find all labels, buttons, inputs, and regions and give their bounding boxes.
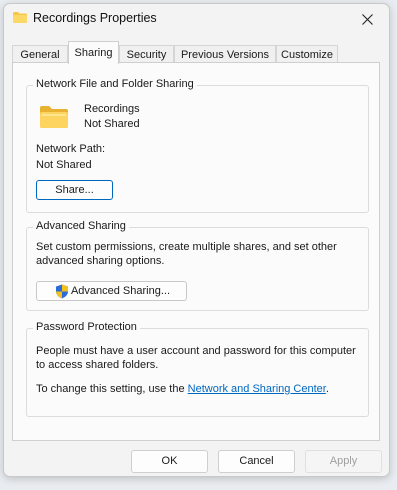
share-button[interactable]: Share... <box>36 180 113 200</box>
share-status: Not Shared <box>84 118 140 130</box>
change-setting-prefix: To change this setting, use the <box>36 383 188 395</box>
password-protection-group: Password Protection People must have a u… <box>26 321 369 417</box>
title-bar[interactable]: Recordings Properties <box>4 4 389 34</box>
advanced-sharing-group: Advanced Sharing Set custom permissions,… <box>26 220 369 311</box>
apply-button[interactable]: Apply <box>305 450 382 473</box>
tab-sharing[interactable]: Sharing <box>68 41 119 64</box>
advanced-sharing-button-label: Advanced Sharing... <box>70 285 171 297</box>
folder-name: Recordings <box>84 103 140 115</box>
sharing-tab-panel: Network File and Folder Sharing Recordin… <box>12 62 380 441</box>
advanced-sharing-group-title: Advanced Sharing <box>33 220 129 232</box>
network-path-value: Not Shared <box>36 159 92 171</box>
password-protection-group-title: Password Protection <box>33 321 140 333</box>
change-setting-suffix: . <box>325 383 329 395</box>
network-path-label: Network Path: <box>36 143 106 155</box>
network-sharing-group-title: Network File and Folder Sharing <box>33 78 197 90</box>
password-protection-description: People must have a user account and pass… <box>36 345 356 371</box>
network-sharing-group: Network File and Folder Sharing Recordin… <box>26 78 369 213</box>
advanced-sharing-button[interactable]: Advanced Sharing... <box>36 281 187 301</box>
properties-dialog: Recordings Properties General Sharing Se… <box>3 3 390 477</box>
tab-general[interactable]: General <box>12 45 68 63</box>
tab-security[interactable]: Security <box>119 45 174 63</box>
cancel-button[interactable]: Cancel <box>218 450 295 473</box>
tab-customize[interactable]: Customize <box>276 45 338 63</box>
change-setting-line: To change this setting, use the Network … <box>36 383 329 395</box>
ok-button[interactable]: OK <box>131 450 208 473</box>
folder-icon <box>40 106 68 128</box>
folder-icon <box>13 12 27 23</box>
network-sharing-center-link[interactable]: Network and Sharing Center <box>188 383 326 395</box>
uac-shield-icon <box>56 284 68 299</box>
close-button[interactable] <box>345 4 389 34</box>
window-title: Recordings Properties <box>33 11 157 25</box>
close-icon <box>361 13 373 25</box>
tab-previous-versions[interactable]: Previous Versions <box>174 45 276 63</box>
advanced-sharing-description: Set custom permissions, create multiple … <box>36 241 337 267</box>
